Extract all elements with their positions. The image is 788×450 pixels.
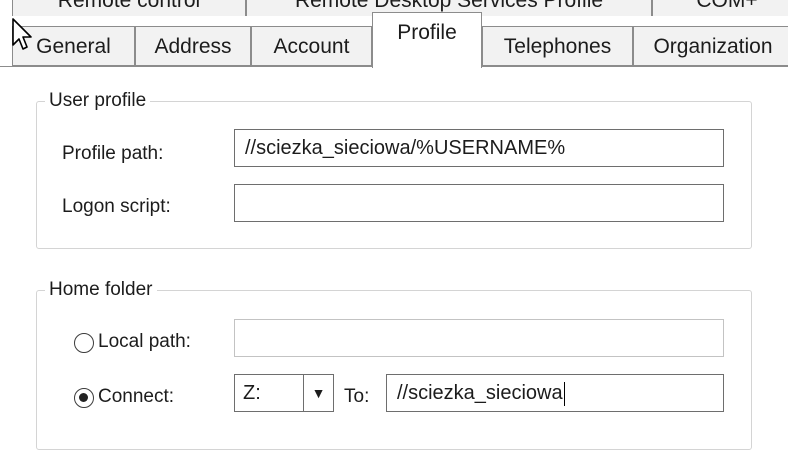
radio-selected-dot bbox=[79, 393, 88, 402]
to-label: To: bbox=[344, 386, 370, 407]
home-folder-title: Home folder bbox=[45, 278, 157, 302]
drive-letter-value: Z: bbox=[243, 382, 261, 404]
local-path-input[interactable] bbox=[234, 319, 724, 357]
tab-com-plus[interactable]: COM+ bbox=[652, 0, 788, 16]
tab-telephones[interactable]: Telephones bbox=[482, 26, 633, 66]
mouse-pointer-icon bbox=[12, 18, 36, 57]
user-profile-group: User profile bbox=[36, 89, 752, 249]
connect-path-value: //sciezka_sieciowa bbox=[397, 382, 563, 404]
tab-remote-control[interactable]: Remote control bbox=[12, 0, 246, 16]
logon-script-input[interactable] bbox=[234, 184, 724, 222]
user-profile-title: User profile bbox=[45, 89, 151, 113]
tab-account[interactable]: Account bbox=[251, 26, 372, 66]
home-folder-group: Home folder bbox=[36, 278, 752, 450]
connect-label: Connect: bbox=[98, 386, 175, 407]
profile-tab-page: User profile Profile path: //sciezka_sie… bbox=[0, 66, 788, 450]
tab-address[interactable]: Address bbox=[135, 26, 251, 66]
connect-radio[interactable] bbox=[74, 388, 94, 408]
drive-letter-select[interactable]: Z: ▼ bbox=[234, 374, 334, 412]
local-path-label: Local path: bbox=[98, 331, 191, 352]
tab-organization[interactable]: Organization bbox=[633, 26, 788, 66]
connect-path-input[interactable]: //sciezka_sieciowa bbox=[386, 374, 724, 412]
tab-profile[interactable]: Profile bbox=[372, 12, 482, 68]
profile-path-label: Profile path: bbox=[62, 143, 164, 164]
logon-script-label: Logon script: bbox=[62, 196, 171, 217]
profile-path-input[interactable]: //sciezka_sieciowa/%USERNAME% bbox=[234, 129, 724, 167]
local-path-radio[interactable] bbox=[74, 333, 94, 353]
text-caret bbox=[563, 381, 566, 406]
chevron-down-icon[interactable]: ▼ bbox=[303, 375, 333, 411]
